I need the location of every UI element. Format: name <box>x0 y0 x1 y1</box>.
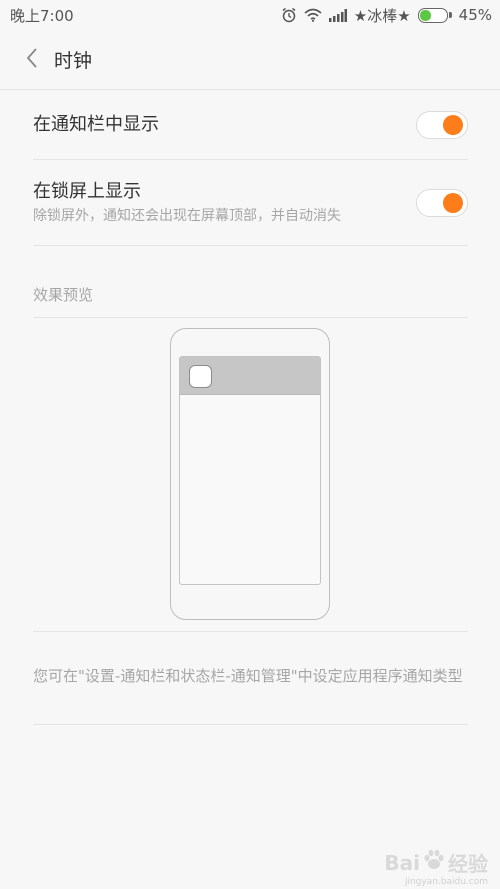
battery-fill <box>419 9 432 21</box>
divider <box>33 724 468 725</box>
lock-screen-toggle[interactable] <box>416 188 468 217</box>
setting-row-notification-bar[interactable]: 在通知栏中显示 <box>33 90 468 160</box>
lock-screen-label: 在锁屏上显示 <box>33 180 141 202</box>
setting-row-lock-screen[interactable]: 在锁屏上显示 除锁屏外，通知还会出现在屏幕顶部，并自动消失 <box>33 160 468 246</box>
watermark-text-right: 经验 <box>448 852 488 876</box>
carrier-name: ★冰棒★ <box>353 6 411 25</box>
footer-note: 您可在"设置-通知栏和状态栏-通知管理"中设定应用程序通知类型 <box>33 667 463 685</box>
paw-icon <box>422 848 446 877</box>
phone-preview-screen <box>179 356 321 585</box>
battery-percent: 45% <box>458 6 492 24</box>
status-time: 晚上7:00 <box>10 6 74 25</box>
title-bar: 时钟 <box>0 30 500 90</box>
notification-bar-label: 在通知栏中显示 <box>33 113 159 135</box>
phone-preview <box>170 328 330 620</box>
app-icon <box>189 365 212 388</box>
status-bar: 晚上7:00 ★冰棒★ 45% <box>0 0 500 30</box>
wifi-icon <box>304 8 322 22</box>
divider <box>33 317 468 318</box>
signal-icon <box>328 8 347 22</box>
watermark-text-left: Bai <box>384 850 420 875</box>
watermark-site: jingyan.baidu.com <box>404 877 488 887</box>
preview-section-label: 效果预览 <box>33 286 94 304</box>
toggle-knob <box>443 192 463 213</box>
baidu-watermark: Bai 经验 jingyan.baidu.com <box>384 848 488 887</box>
status-icons: ★冰棒★ 45% <box>281 5 492 26</box>
chevron-left-icon <box>25 47 39 73</box>
battery-icon <box>417 7 452 23</box>
toggle-knob <box>443 114 463 135</box>
page-title: 时钟 <box>54 50 93 72</box>
preview-notification-banner <box>180 357 320 395</box>
lock-screen-description: 除锁屏外，通知还会出现在屏幕顶部，并自动消失 <box>33 207 341 224</box>
divider <box>33 631 468 632</box>
alarm-icon <box>281 7 297 23</box>
notification-bar-toggle[interactable] <box>416 110 468 139</box>
